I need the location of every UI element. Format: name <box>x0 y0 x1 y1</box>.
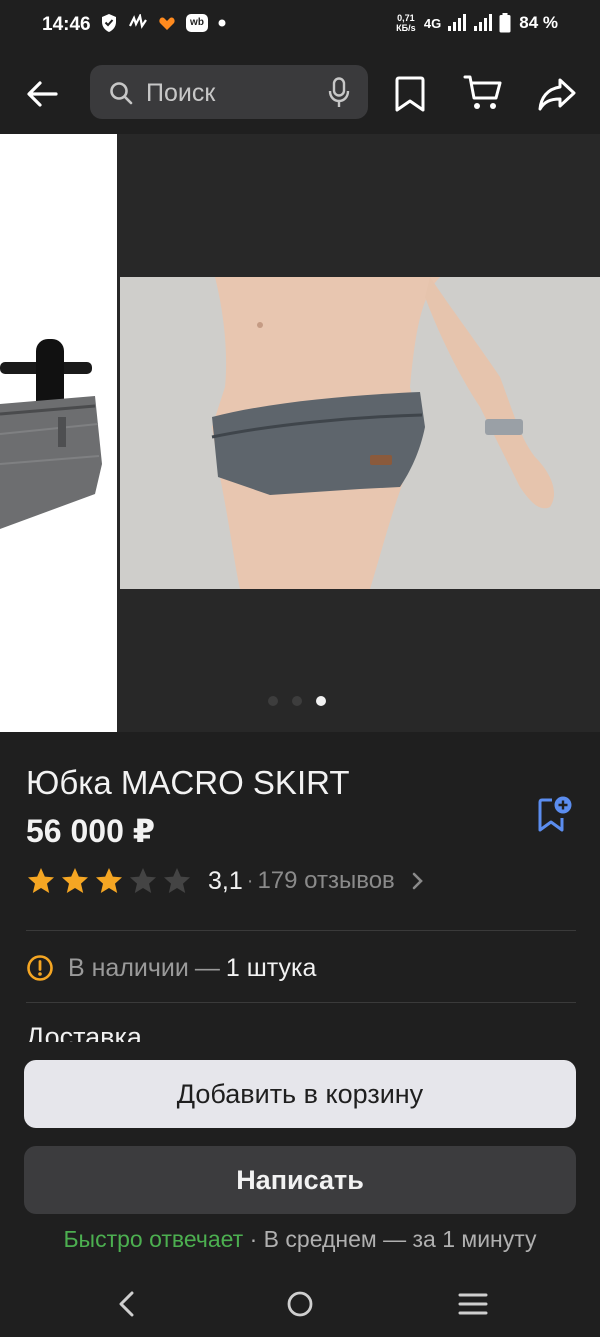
warning-circle-icon <box>27 955 53 981</box>
cart-button[interactable] <box>462 72 504 119</box>
cart-icon <box>463 75 502 109</box>
chevron-right-icon <box>412 872 423 890</box>
main-product-photo[interactable] <box>120 277 600 589</box>
divider <box>26 1002 576 1003</box>
star-filled-icon <box>28 868 54 893</box>
stock-value: 1 штука <box>225 953 317 982</box>
delivery-section-title: Доставка <box>26 1022 142 1044</box>
nav-back-icon[interactable] <box>114 1289 142 1319</box>
top-app-bar: Поиск <box>0 52 600 134</box>
stock-dash: — <box>194 953 220 982</box>
app-notification-icon <box>129 14 147 29</box>
status-bar: 14:46 wb 0,71 КБ/s 4G 84 % <box>0 0 600 52</box>
back-arrow-icon <box>27 81 58 107</box>
battery-level: 84 % <box>519 13 558 32</box>
system-navigation-bar <box>0 1273 600 1337</box>
star-empty-icon <box>164 868 190 893</box>
back-button[interactable] <box>22 74 62 114</box>
rating-value: 3,1 <box>208 866 243 895</box>
signal-icon <box>448 14 467 31</box>
average-response-time: В среднем — за 1 минуту <box>263 1226 537 1252</box>
more-notifications-dot-icon <box>218 19 226 27</box>
star-filled-icon <box>62 868 88 893</box>
network-type: 4G <box>423 15 442 31</box>
seller-response-info: Быстро отвечает · В среднем — за 1 минут… <box>0 1226 600 1253</box>
gallery-dot-3-active[interactable] <box>316 696 326 706</box>
gallery-dot-1[interactable] <box>268 696 278 706</box>
signal-icon-2 <box>474 14 493 31</box>
star-empty-icon <box>130 868 156 893</box>
divider <box>26 930 576 931</box>
share-button[interactable] <box>536 74 578 119</box>
response-separator: · <box>243 1226 264 1252</box>
bookmark-icon <box>395 76 425 112</box>
nav-home-icon[interactable] <box>286 1289 314 1319</box>
gallery-dot-2[interactable] <box>292 696 302 706</box>
wb-app-icon: wb <box>186 14 208 32</box>
search-input[interactable]: Поиск <box>90 65 368 119</box>
search-icon <box>110 82 133 105</box>
heart-tag-icon <box>159 17 175 30</box>
battery-icon <box>499 13 511 33</box>
write-seller-button[interactable]: Написать <box>24 1146 576 1214</box>
stock-label: В наличии <box>68 953 189 982</box>
network-speed: 0,71 КБ/s <box>396 13 416 33</box>
rating-separator: · <box>246 869 254 892</box>
product-gallery[interactable] <box>0 134 600 732</box>
product-price: 56 000 ₽ <box>26 813 156 849</box>
model-wearing-skirt-image <box>120 277 600 589</box>
shield-icon <box>102 14 116 32</box>
bookmark-plus-icon <box>538 796 572 832</box>
stock-status: В наличии — 1 штука <box>26 950 316 986</box>
search-placeholder: Поиск <box>146 79 216 107</box>
status-time: 14:46 <box>42 14 91 35</box>
bookmark-button[interactable] <box>392 74 428 119</box>
share-icon <box>538 78 576 111</box>
fast-response-label: Быстро отвечает <box>63 1226 244 1252</box>
rating-stars <box>26 866 192 896</box>
gallery-pagination <box>268 696 326 706</box>
add-to-favorites-button[interactable] <box>534 794 574 839</box>
mic-icon[interactable] <box>328 77 350 109</box>
reviews-count[interactable]: 179 отзывов <box>257 867 394 895</box>
status-system-icons: 0,71 КБ/s 4G 84 % <box>394 13 558 33</box>
nav-recents-icon[interactable] <box>458 1291 488 1317</box>
product-title: Юбка MACRO SKIRT <box>26 764 350 801</box>
star-filled-icon <box>96 868 122 893</box>
skirt-on-hanger-image <box>0 134 117 732</box>
rating-row[interactable]: 3,1 · 179 отзывов <box>26 866 425 896</box>
add-to-cart-button[interactable]: Добавить в корзину <box>24 1060 576 1128</box>
previous-product-photo[interactable] <box>0 134 117 732</box>
status-notification-icons: wb <box>100 13 226 33</box>
